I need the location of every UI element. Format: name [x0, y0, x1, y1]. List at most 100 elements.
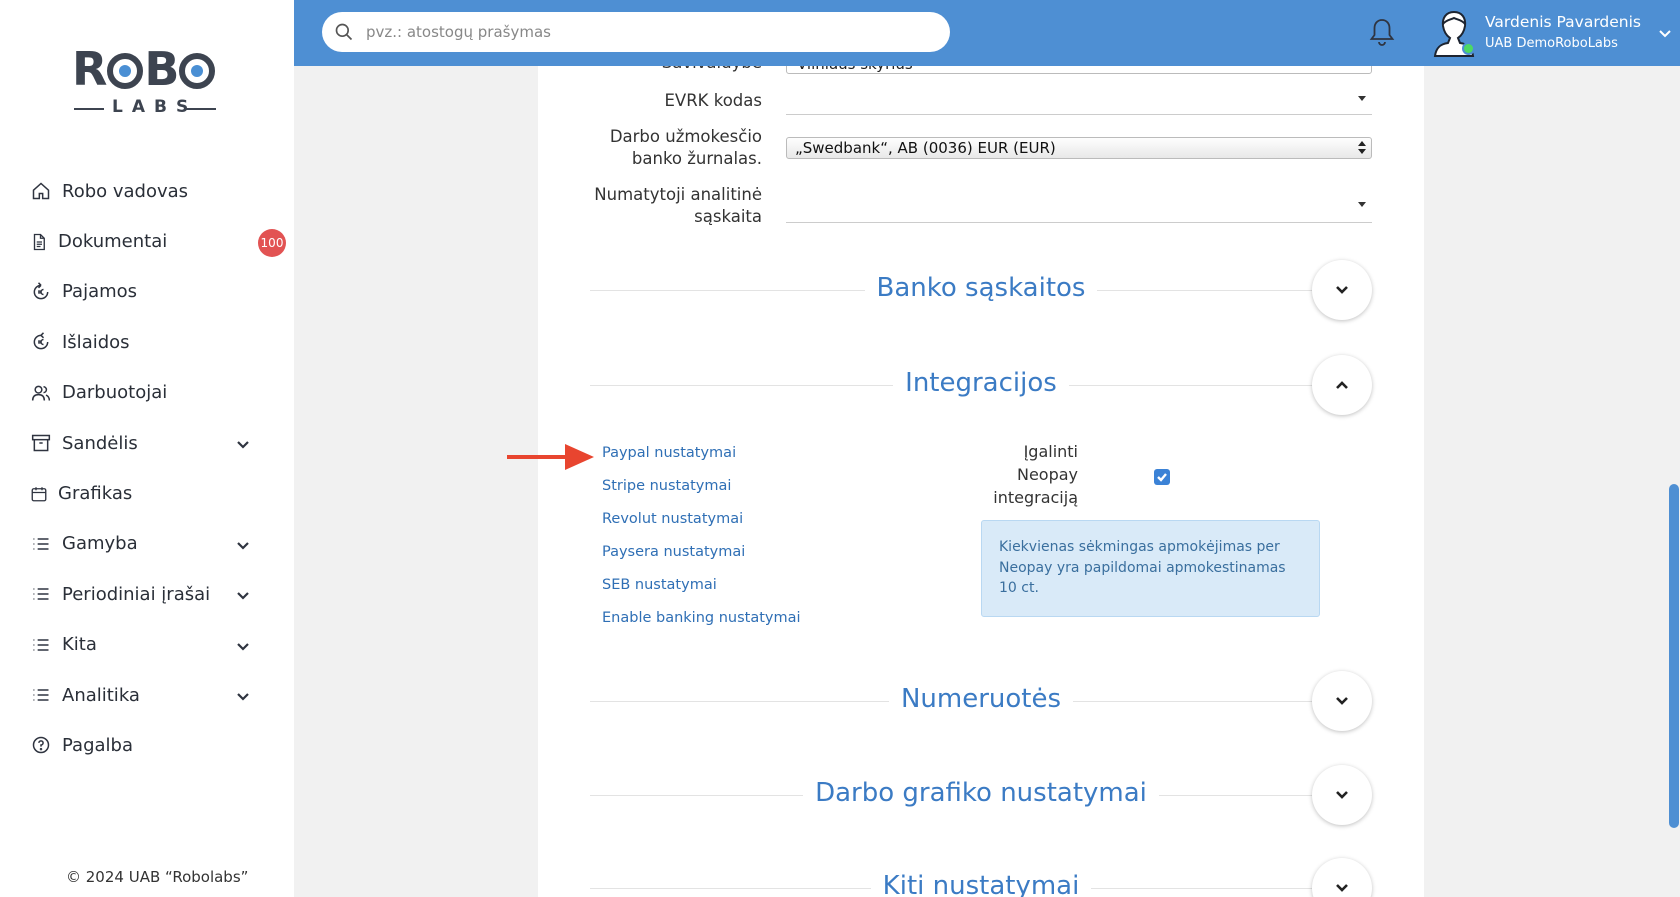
- chevron-down-icon[interactable]: [236, 688, 250, 702]
- list-icon: [30, 583, 52, 605]
- top-bar: Vardenis Pavardenis UAB DemoRoboLabs: [294, 0, 1680, 66]
- seb-settings-link[interactable]: SEB nustatymai: [602, 577, 717, 593]
- sidebar-item-dokumentai[interactable]: Dokumentai 100: [0, 216, 294, 266]
- expand-other-settings-button[interactable]: [1312, 858, 1372, 897]
- caret-down-icon: [1358, 202, 1366, 207]
- sidebar-item-periodiniai-irasai[interactable]: Periodiniai įrašai: [0, 569, 294, 619]
- sidebar-item-pagalba[interactable]: Pagalba: [0, 720, 294, 770]
- expand-numbering-button[interactable]: [1312, 671, 1372, 731]
- sidebar-item-label: Išlaidos: [62, 331, 130, 353]
- checkmark-icon: [1157, 473, 1167, 482]
- user-name[interactable]: Vardenis Pavardenis: [1485, 13, 1641, 31]
- select-arrows-icon: [1358, 141, 1366, 155]
- search-box[interactable]: [322, 12, 950, 52]
- sidebar-item-label: Gamyba: [62, 533, 138, 555]
- page-scrollbar-thumb[interactable]: [1669, 484, 1679, 828]
- user-company[interactable]: UAB DemoRoboLabs: [1485, 36, 1618, 51]
- sidebar-item-islaidos[interactable]: Išlaidos: [0, 317, 294, 367]
- neopay-enable-checkbox[interactable]: [1154, 469, 1170, 485]
- bank-journal-label-line2: banko žurnalas.: [631, 149, 762, 168]
- chevron-down-icon[interactable]: [236, 638, 250, 652]
- sidebar-item-label: Analitika: [62, 684, 140, 706]
- analytic-account-select[interactable]: [786, 190, 1372, 222]
- list-icon: [30, 533, 52, 555]
- help-icon: [30, 734, 52, 756]
- home-icon: [30, 180, 52, 202]
- expand-work-schedule-button[interactable]: [1312, 765, 1372, 825]
- chevron-down-icon: [1336, 286, 1348, 294]
- evrk-select[interactable]: [786, 88, 1372, 114]
- list-icon: [30, 684, 52, 706]
- document-icon: [30, 231, 48, 253]
- sidebar: RB LABS Robo vadovas Dokumentai 100 Paja…: [0, 0, 294, 897]
- sidebar-item-label: Darbuotojai: [62, 382, 168, 404]
- section-title: Numeruotės: [888, 684, 1074, 714]
- section-title: Kiti nustatymai: [870, 871, 1092, 897]
- search-icon: [335, 23, 353, 41]
- chevron-down-icon: [1336, 884, 1348, 892]
- neopay-toggle-label: Įgalinti Neopay integraciją: [993, 442, 1078, 507]
- chevron-down-icon: [1336, 697, 1348, 705]
- sidebar-item-sandelis[interactable]: Sandėlis: [0, 418, 294, 468]
- archive-icon: [30, 432, 52, 454]
- sidebar-item-label: Robo vadovas: [62, 180, 189, 202]
- expense-icon: [30, 331, 52, 353]
- sidebar-item-pajamos[interactable]: Pajamos: [0, 267, 294, 317]
- section-integrations: Integracijos: [590, 355, 1372, 415]
- bank-journal-select[interactable]: „Swedbank“, AB (0036) EUR (EUR): [786, 137, 1372, 159]
- chevron-down-icon[interactable]: [236, 587, 250, 601]
- copyright-footer: © 2024 UAB “Robolabs”: [66, 868, 249, 886]
- notification-badge: 100: [258, 229, 286, 258]
- evrk-label: EVRK kodas: [664, 91, 763, 110]
- paypal-settings-link[interactable]: Paypal nustatymai: [602, 445, 736, 461]
- avatar[interactable]: [1432, 8, 1476, 58]
- neopay-info-alert: Kiekvienas sėkmingas apmokėjimas per Neo…: [981, 520, 1320, 617]
- users-icon: [30, 382, 52, 404]
- sidebar-item-label: Sandėlis: [62, 432, 138, 454]
- sidebar-item-label: Pajamos: [62, 281, 138, 303]
- section-title: Darbo grafiko nustatymai: [803, 778, 1159, 808]
- chevron-down-icon[interactable]: [236, 436, 250, 450]
- calendar-icon: [30, 483, 48, 505]
- bank-journal-value: „Swedbank“, AB (0036) EUR (EUR): [795, 139, 1056, 157]
- analytic-account-label-line2: sąskaita: [694, 207, 762, 226]
- collapse-integrations-button[interactable]: [1312, 355, 1372, 415]
- logo-subtitle: LABS: [112, 97, 198, 117]
- analytic-account-label-line1: Numatytoji analitinė: [594, 185, 762, 204]
- arrow-pointer-icon: [507, 444, 594, 470]
- online-status-indicator: [1462, 42, 1475, 55]
- sidebar-item-label: Pagalba: [62, 734, 133, 756]
- sidebar-item-grafikas[interactable]: Grafikas: [0, 468, 294, 518]
- chevron-down-icon[interactable]: [1658, 26, 1672, 40]
- sidebar-item-robo-vadovas[interactable]: Robo vadovas: [0, 166, 294, 216]
- sidebar-item-kita[interactable]: Kita: [0, 620, 294, 670]
- stripe-settings-link[interactable]: Stripe nustatymai: [602, 478, 731, 494]
- bank-journal-label-line1: Darbo užmokesčio: [609, 127, 762, 146]
- sidebar-item-label: Kita: [62, 634, 97, 656]
- sidebar-item-label: Grafikas: [58, 483, 133, 505]
- chevron-down-icon[interactable]: [236, 537, 250, 551]
- sidebar-item-darbuotojai[interactable]: Darbuotojai: [0, 368, 294, 418]
- caret-down-icon: [1358, 96, 1366, 101]
- robolabs-logo[interactable]: RB LABS: [66, 42, 226, 118]
- sidebar-item-gamyba[interactable]: Gamyba: [0, 519, 294, 569]
- bell-icon[interactable]: [1368, 17, 1396, 47]
- sidebar-nav: Robo vadovas Dokumentai 100 Pajamos Išla…: [0, 166, 294, 771]
- income-icon: [30, 281, 52, 303]
- section-work-schedule: Darbo grafiko nustatymai: [590, 765, 1372, 825]
- section-bank-accounts: Banko sąskaitos: [590, 260, 1372, 320]
- enable-banking-settings-link[interactable]: Enable banking nustatymai: [602, 610, 801, 626]
- section-title: Banko sąskaitos: [864, 273, 1098, 303]
- section-numbering: Numeruotės: [590, 671, 1372, 731]
- section-other-settings: Kiti nustatymai: [590, 858, 1372, 897]
- sidebar-item-label: Dokumentai: [58, 231, 168, 253]
- chevron-down-icon: [1336, 791, 1348, 799]
- revolut-settings-link[interactable]: Revolut nustatymai: [602, 511, 743, 527]
- sidebar-item-analitika[interactable]: Analitika: [0, 670, 294, 720]
- list-icon: [30, 634, 52, 656]
- logo-wordmark: RB: [72, 42, 216, 96]
- chevron-up-icon: [1336, 381, 1348, 389]
- expand-bank-accounts-button[interactable]: [1312, 260, 1372, 320]
- paysera-settings-link[interactable]: Paysera nustatymai: [602, 544, 745, 560]
- search-input[interactable]: [366, 23, 926, 41]
